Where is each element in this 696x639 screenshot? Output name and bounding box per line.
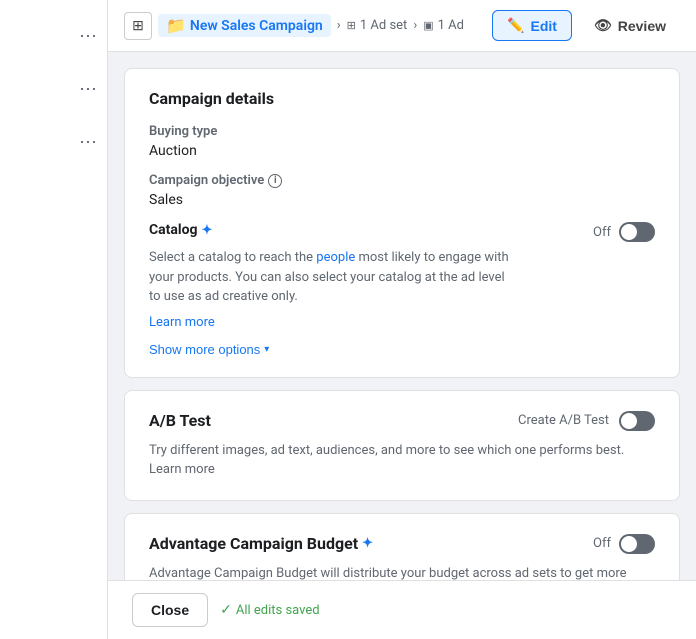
content-area: Campaign details Buying type Auction Cam… [108,52,696,580]
adset-label: 1 Ad set [360,18,407,33]
breadcrumb-sep-1: › [337,18,341,33]
ab-toggle[interactable] [619,411,655,431]
show-more-label: Show more options [149,342,260,357]
sidebar-item-1[interactable]: ⋯ [0,10,107,63]
catalog-toggle-wrapper: Off [593,222,655,242]
edit-button[interactable]: ✏️ Edit [492,10,572,41]
saved-status: ✓ All edits saved [220,602,319,618]
advantage-budget-title-text: Advantage Campaign Budget [149,534,358,553]
sidebar: ⋯ ⋯ ⋯ [0,0,108,639]
breadcrumb-campaign[interactable]: 📁 New Sales Campaign [158,14,331,37]
sidebar-item-2[interactable]: ⋯ [0,63,107,116]
campaign-details-title: Campaign details [149,89,655,108]
ab-test-header: A/B Test Create A/B Test [149,411,655,431]
advantage-budget-card: Advantage Campaign Budget ✦ Off Advantag… [124,513,680,581]
info-icon[interactable]: i [268,174,282,188]
breadcrumb-adset[interactable]: ⊞ 1 Ad set [347,18,408,33]
adv-desc-text: Advantage Campaign Budget will distribut… [149,566,627,581]
advantage-budget-description: Advantage Campaign Budget will distribut… [149,564,655,581]
red-arrow-annotation [108,563,115,580]
eye-icon: 👁 [594,17,612,34]
review-label: Review [618,18,666,34]
ab-desc-text: Try different images, ad text, audiences… [149,443,624,458]
breadcrumb-right: ✏️ Edit 👁 Review [492,10,680,41]
ab-test-right: Create A/B Test [518,411,655,431]
catalog-description: Select a catalog to reach the people mos… [149,248,509,307]
ab-toggle-slider [619,411,655,431]
check-icon: ✓ [220,602,232,618]
adset-icon: ⊞ [347,19,356,32]
chevron-down-icon: ▾ [264,344,269,355]
campaign-details-card: Campaign details Buying type Auction Cam… [124,68,680,378]
ab-test-card: A/B Test Create A/B Test Try different i… [124,390,680,501]
advantage-budget-title: Advantage Campaign Budget ✦ [149,534,373,553]
show-more-button[interactable]: Show more options ▾ [149,342,269,357]
breadcrumb-ad[interactable]: ▣ 1 Ad [423,18,464,33]
pencil-icon: ✏️ [507,17,524,34]
advantage-budget-header: Advantage Campaign Budget ✦ Off [149,534,655,554]
breadcrumb-sep-2: › [413,18,417,33]
saved-label: All edits saved [236,603,320,618]
buying-type-label: Buying type [149,124,655,139]
advantage-budget-toggle-slider [619,534,655,554]
advantage-budget-toggle[interactable] [619,534,655,554]
catalog-toggle-off-label: Off [593,225,611,240]
breadcrumb-bar: ⊞ 📁 New Sales Campaign › ⊞ 1 Ad set › ▣ … [108,0,696,52]
catalog-row: Catalog ✦ Off [149,222,655,242]
people-link[interactable]: people [316,250,355,265]
objective-label: Campaign objective i [149,173,655,188]
ad-icon: ▣ [423,19,433,32]
sidebar-item-3[interactable]: ⋯ [0,116,107,169]
catalog-desc-part1: Select a catalog to reach the [149,250,316,265]
panel-icon: ⊞ [124,12,152,40]
ab-test-title: A/B Test [149,411,211,430]
sidebar-dots-2: ⋯ [79,79,99,100]
advantage-budget-badge: ✦ [362,536,373,551]
objective-label-text: Campaign objective [149,173,264,188]
folder-icon: 📁 [166,16,186,35]
ab-create-label: Create A/B Test [518,413,609,428]
panel-icon-symbol: ⊞ [132,18,144,34]
catalog-toggle[interactable] [619,222,655,242]
catalog-badge: ✦ [202,223,213,238]
catalog-toggle-slider [619,222,655,242]
bottom-bar: Close ✓ All edits saved [108,580,696,639]
buying-type-value: Auction [149,143,655,159]
campaign-name: New Sales Campaign [190,18,323,34]
catalog-label: Catalog ✦ [149,222,212,238]
catalog-learn-more[interactable]: Learn more [149,315,215,330]
objective-value: Sales [149,192,655,208]
breadcrumb-left: ⊞ 📁 New Sales Campaign › ⊞ 1 Ad set › ▣ … [124,12,464,40]
ab-learn-more[interactable]: Learn more [149,462,215,477]
catalog-label-text: Catalog [149,222,198,238]
main-content: ⊞ 📁 New Sales Campaign › ⊞ 1 Ad set › ▣ … [108,0,696,639]
close-button[interactable]: Close [132,593,208,627]
advantage-budget-toggle-wrapper: Off [593,534,655,554]
review-button[interactable]: 👁 Review [580,11,680,40]
ab-test-description: Try different images, ad text, audiences… [149,441,655,480]
ad-label: 1 Ad [438,18,464,33]
catalog-left: Catalog ✦ [149,222,212,238]
edit-label: Edit [531,18,557,34]
advantage-budget-off-label: Off [593,536,611,551]
sidebar-dots-3: ⋯ [79,132,99,153]
sidebar-dots-1: ⋯ [79,26,99,47]
